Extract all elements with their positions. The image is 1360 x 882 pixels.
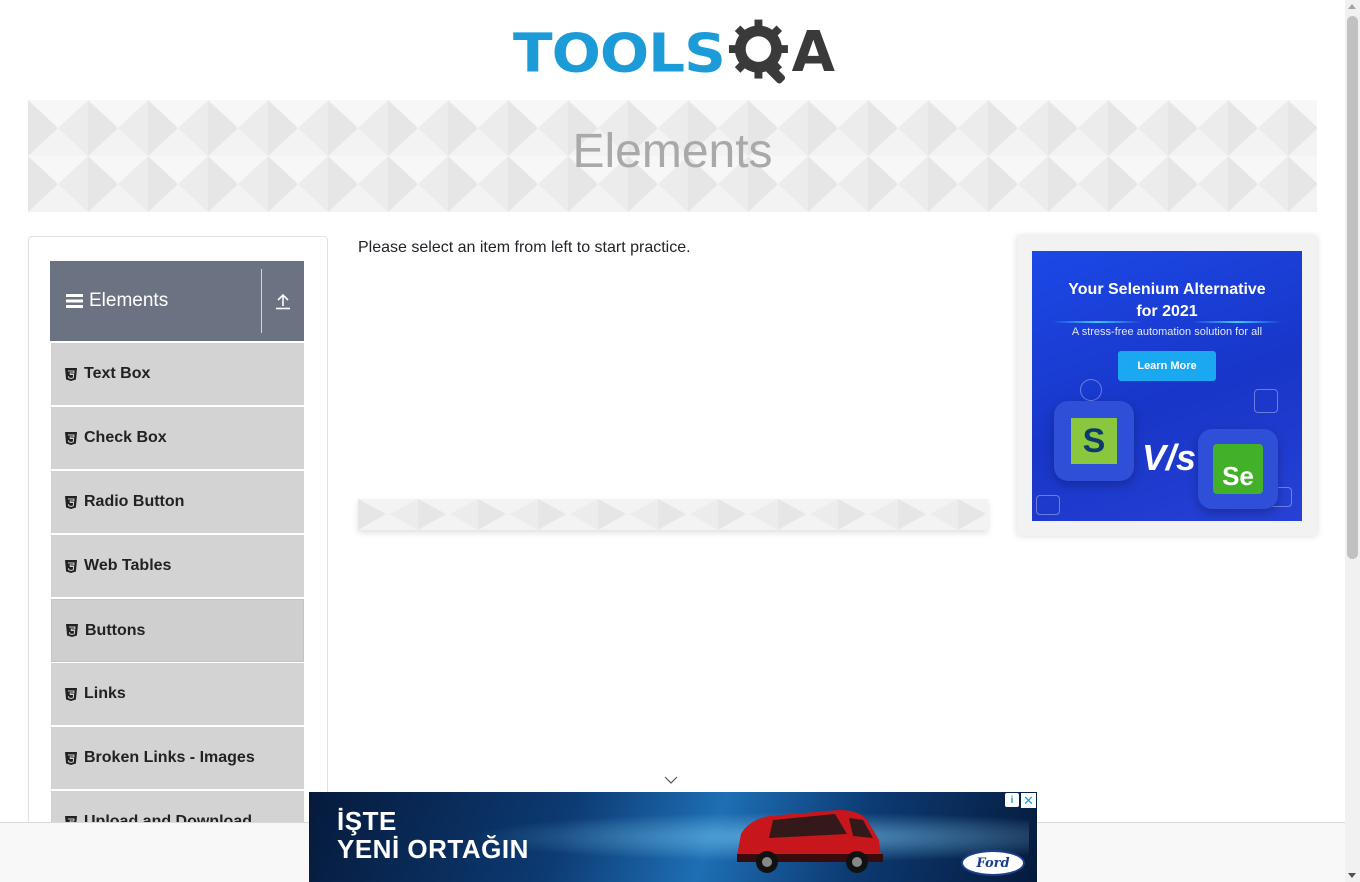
image-icon bbox=[1036, 495, 1060, 515]
ad-glow-line bbox=[1192, 321, 1282, 323]
html5-icon bbox=[66, 624, 78, 637]
instruction-text: Please select an item from left to start… bbox=[358, 239, 691, 256]
ad-subline: A stress-free automation solution for al… bbox=[1071, 326, 1263, 338]
sidebar-item-label: Text Box bbox=[84, 365, 151, 382]
selenium-se-letter: Se bbox=[1213, 444, 1263, 494]
sidebar-item-text-box[interactable]: Text Box bbox=[51, 343, 304, 406]
selenium-alternative-ad[interactable]: Your Selenium Alternative for 2021 A str… bbox=[1032, 251, 1302, 521]
ad-headline-line2: for 2021 bbox=[1136, 303, 1198, 320]
ad-headline: Your Selenium Alternative for 2021 bbox=[1032, 279, 1302, 323]
chevron-down-icon[interactable] bbox=[663, 774, 679, 786]
sidebar-menu-list: Text Box Check Box Radio Button Web Tabl… bbox=[51, 343, 304, 855]
sidebar-item-label: Links bbox=[84, 685, 126, 702]
gear-magnifier-icon bbox=[728, 19, 788, 84]
group-header-title: Elements bbox=[89, 290, 169, 311]
page-title: Elements bbox=[572, 125, 773, 178]
sidebar-item-check-box[interactable]: Check Box bbox=[51, 407, 304, 470]
ford-banner-ad[interactable]: İŞTE YENİ ORTAĞIN Ford bbox=[309, 792, 1037, 882]
sidebar-item-radio-button[interactable]: Radio Button bbox=[51, 471, 304, 534]
logo-text-a: A bbox=[791, 20, 835, 85]
ad-glow-line bbox=[1052, 321, 1142, 323]
html5-icon bbox=[65, 495, 77, 509]
strip-pattern bbox=[358, 499, 988, 530]
ad-headline-line1: Your Selenium Alternative bbox=[1068, 281, 1266, 298]
html5-icon bbox=[65, 751, 77, 765]
versus-text: V/s bbox=[1142, 437, 1197, 478]
sidebar-item-label: Check Box bbox=[84, 429, 167, 446]
sidebar-item-broken-links-images[interactable]: Broken Links - Images bbox=[51, 727, 304, 790]
sidebar-item-label: Buttons bbox=[85, 621, 146, 639]
ford-logo: Ford bbox=[961, 850, 1025, 876]
stopwatch-icon bbox=[1080, 379, 1102, 401]
scroll-up-arrow-icon[interactable] bbox=[1348, 4, 1356, 9]
sidebar-item-buttons[interactable]: Buttons bbox=[51, 599, 304, 662]
sidebar-item-links[interactable]: Links bbox=[51, 663, 304, 726]
katalon-logo-tile: S bbox=[1054, 401, 1134, 481]
toolsqa-logo[interactable]: TOOLS A bbox=[513, 16, 835, 90]
html5-icon bbox=[65, 367, 77, 381]
collapse-arrow-up-icon bbox=[276, 293, 290, 310]
learn-more-button[interactable]: Learn More bbox=[1118, 351, 1216, 381]
scrollbar-thumb[interactable] bbox=[1347, 16, 1358, 559]
sidebar-item-label: Web Tables bbox=[84, 557, 172, 574]
scroll-down-arrow-icon[interactable] bbox=[1348, 873, 1356, 878]
hamburger-icon bbox=[66, 294, 83, 308]
content-ad-strip bbox=[358, 499, 988, 530]
sidebar-item-label: Radio Button bbox=[84, 493, 185, 510]
red-van-image bbox=[737, 810, 883, 873]
html5-icon bbox=[65, 431, 77, 445]
sidebar-item-label: Broken Links - Images bbox=[84, 749, 255, 766]
ad-text-line2: YENİ ORTAĞIN bbox=[337, 834, 529, 864]
selenium-logo-tile: Se bbox=[1198, 429, 1278, 509]
logo-text-tools: TOOLS bbox=[513, 21, 726, 85]
page-banner: Elements bbox=[28, 100, 1317, 212]
ad-text-line1: İŞTE bbox=[337, 806, 397, 836]
sidebar-group-header-elements[interactable]: Elements bbox=[50, 261, 304, 341]
html5-icon bbox=[65, 687, 77, 701]
adchoices-info-icon[interactable]: i bbox=[1005, 793, 1019, 807]
collapse-group-button[interactable] bbox=[262, 261, 304, 341]
code-icon bbox=[1254, 389, 1278, 413]
sidebar-item-web-tables[interactable]: Web Tables bbox=[51, 535, 304, 598]
katalon-s-letter: S bbox=[1071, 418, 1117, 464]
group-header-title-wrap: Elements bbox=[50, 269, 262, 333]
right-ad-container: Your Selenium Alternative for 2021 A str… bbox=[1017, 236, 1317, 536]
sidebar-panel: Elements Text Box Check Box Radio Button… bbox=[28, 236, 328, 882]
html5-icon bbox=[65, 559, 77, 573]
close-ad-icon[interactable]: ✕ bbox=[1021, 793, 1036, 808]
vertical-scrollbar[interactable] bbox=[1345, 0, 1360, 882]
